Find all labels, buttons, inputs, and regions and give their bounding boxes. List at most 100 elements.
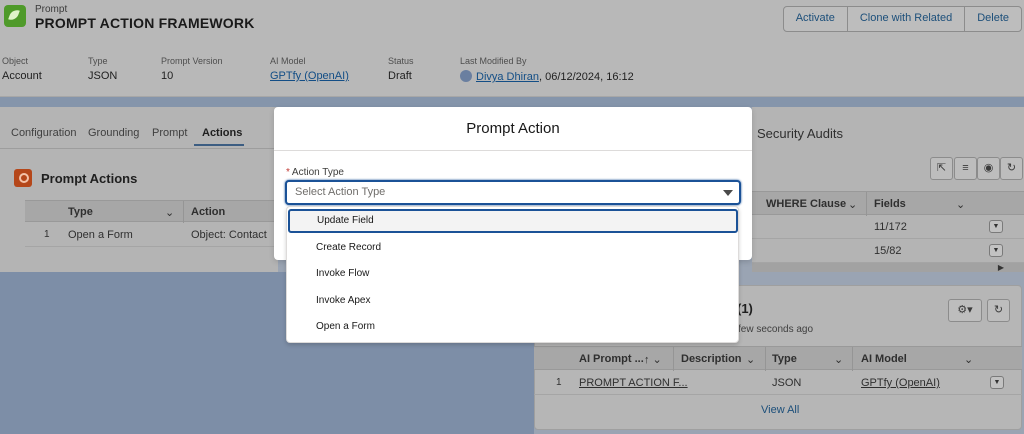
refresh-icon[interactable]: ↻: [1000, 157, 1023, 180]
chevron-down-icon[interactable]: ⌄: [964, 353, 973, 366]
field-label: Last Modified By: [460, 56, 527, 66]
delete-button[interactable]: Delete: [965, 7, 1021, 31]
tab-actions[interactable]: Actions: [202, 127, 242, 139]
field-value: Divya Dhiran, 06/12/2024, 16:12: [460, 70, 634, 83]
prompt-record-link[interactable]: PROMPT ACTION F...: [579, 377, 688, 389]
record-title: PROMPT ACTION FRAMEWORK: [35, 15, 255, 31]
column-header-description[interactable]: Description: [681, 353, 742, 365]
related-list-title: (1): [737, 301, 753, 316]
field-label: Object: [2, 56, 29, 66]
prompt-actions-icon: [14, 169, 32, 187]
ai-model-link[interactable]: GPTfy (OpenAI): [270, 70, 349, 82]
tab-prompt[interactable]: Prompt: [152, 127, 187, 139]
related-list-subtitle: few seconds ago: [738, 324, 814, 335]
column-header-action[interactable]: Action: [191, 206, 225, 218]
table-row[interactable]: 15/82 ▼: [752, 239, 1024, 263]
chevron-down-icon[interactable]: ⌄: [746, 353, 755, 366]
column-divider: [183, 201, 184, 223]
tab-security-audits[interactable]: Security Audits: [757, 126, 843, 141]
highlight-field-last-modified: Last Modified By Divya Dhiran, 06/12/202…: [460, 56, 634, 83]
row-menu-icon[interactable]: ▼: [989, 244, 1003, 257]
row-number: 1: [44, 229, 50, 240]
user-avatar-icon: [460, 70, 472, 82]
activate-button[interactable]: Activate: [784, 7, 848, 31]
column-header-where-clause[interactable]: WHERE Clause: [766, 198, 846, 210]
field-label: Prompt Version: [161, 56, 223, 66]
option-invoke-flow[interactable]: Invoke Flow: [288, 263, 738, 287]
record-header: Prompt PROMPT ACTION FRAMEWORK Activate …: [0, 0, 1024, 97]
tab-grounding[interactable]: Grounding: [88, 127, 139, 139]
modified-by-user-link[interactable]: Divya Dhiran: [476, 71, 539, 83]
highlight-field-ai-model: AI Model GPTfy (OpenAI): [270, 56, 349, 82]
prompt-actions-table-header: Type ⌄ Action: [25, 200, 278, 223]
table-row[interactable]: 1 PROMPT ACTION F... JSON GPTfy (OpenAI)…: [534, 371, 1022, 395]
field-value: Draft: [388, 70, 412, 82]
column-header-fields[interactable]: Fields: [874, 198, 906, 210]
chevron-down-icon[interactable]: ⌄: [956, 198, 965, 211]
gear-icon[interactable]: ⚙▾: [948, 299, 982, 322]
field-label: Status: [388, 56, 414, 66]
action-type-label: * Action Type: [286, 167, 344, 178]
prompt-leaf-icon: [4, 5, 26, 27]
tabs-divider: [0, 148, 278, 149]
object-label: Prompt: [35, 4, 68, 15]
chevron-down-icon[interactable]: ⌄: [834, 353, 843, 366]
row-type: Open a Form: [68, 229, 133, 241]
row-menu-icon[interactable]: ▼: [989, 220, 1003, 233]
combobox-placeholder: Select Action Type: [295, 186, 386, 198]
action-type-label-text: Action Type: [291, 167, 344, 178]
option-open-a-form[interactable]: Open a Form: [288, 316, 738, 340]
column-divider: [765, 347, 766, 371]
column-divider: [866, 192, 867, 216]
expand-icon[interactable]: ⇱: [930, 157, 953, 180]
tab-configuration[interactable]: Configuration: [11, 127, 76, 139]
modified-date: , 06/12/2024, 16:12: [538, 71, 634, 83]
highlight-field-status: Status Draft: [388, 56, 414, 82]
column-header-type[interactable]: Type: [772, 353, 797, 365]
required-marker: *: [286, 167, 290, 178]
eye-icon[interactable]: ◉: [977, 157, 1000, 180]
field-label: AI Model: [270, 56, 306, 66]
ai-model-link[interactable]: GPTfy (OpenAI): [861, 377, 940, 389]
highlight-field-type: Type JSON: [88, 56, 117, 82]
header-strip: [0, 97, 1024, 107]
record-tabs: Configuration Grounding Prompt Actions: [0, 120, 278, 148]
row-action: Object: Contact: [191, 229, 267, 241]
table-row[interactable]: 11/172 ▼: [752, 215, 1024, 239]
chevron-down-icon[interactable]: ⌄: [848, 198, 857, 211]
prompt-actions-title: Prompt Actions: [41, 171, 138, 186]
caret-down-icon[interactable]: [723, 190, 733, 196]
clone-with-related-button[interactable]: Clone with Related: [848, 7, 966, 31]
field-value: JSON: [88, 70, 118, 82]
modal-title: Prompt Action: [274, 107, 752, 151]
column-header-ai-model[interactable]: AI Model: [861, 353, 907, 365]
horizontal-scrollbar[interactable]: ▶: [752, 263, 1024, 272]
scroll-right-icon[interactable]: ▶: [998, 263, 1004, 272]
refresh-icon[interactable]: ↻: [987, 299, 1010, 322]
row-fields: 11/172: [874, 221, 907, 233]
view-all-link[interactable]: View All: [761, 404, 799, 416]
row-type: JSON: [772, 377, 802, 389]
field-value: Account: [2, 70, 42, 82]
column-divider: [673, 347, 674, 371]
column-header-ai-prompt[interactable]: AI Prompt ...: [579, 353, 644, 365]
sort-arrow-icon[interactable]: ↑ ⌄: [644, 353, 662, 366]
collapse-icon[interactable]: ≡: [954, 157, 977, 180]
field-label: Type: [88, 56, 108, 66]
header-button-group: Activate Clone with Related Delete: [782, 6, 1022, 32]
row-number: 1: [556, 377, 562, 388]
field-value: 10: [161, 70, 174, 82]
row-menu-icon[interactable]: ▼: [990, 376, 1004, 389]
highlight-field-prompt-version: Prompt Version 10: [161, 56, 223, 82]
option-invoke-apex[interactable]: Invoke Apex: [288, 290, 738, 314]
action-type-combobox[interactable]: Select Action Type: [285, 180, 741, 205]
column-header-type[interactable]: Type: [68, 206, 93, 218]
related-table-header: AI Prompt ... ↑ ⌄ Description ⌄ Type ⌄ A…: [534, 346, 1022, 371]
security-audits-table-header: WHERE Clause ⌄ Fields ⌄: [752, 191, 1024, 216]
option-update-field[interactable]: Update Field: [288, 209, 738, 233]
active-tab-indicator: [194, 144, 244, 146]
chevron-down-icon[interactable]: ⌄: [165, 206, 174, 219]
option-create-record[interactable]: Create Record: [288, 237, 738, 261]
table-row[interactable]: 1 Open a Form Object: Contact: [25, 223, 278, 247]
highlight-field-object: Object Account: [2, 56, 42, 82]
